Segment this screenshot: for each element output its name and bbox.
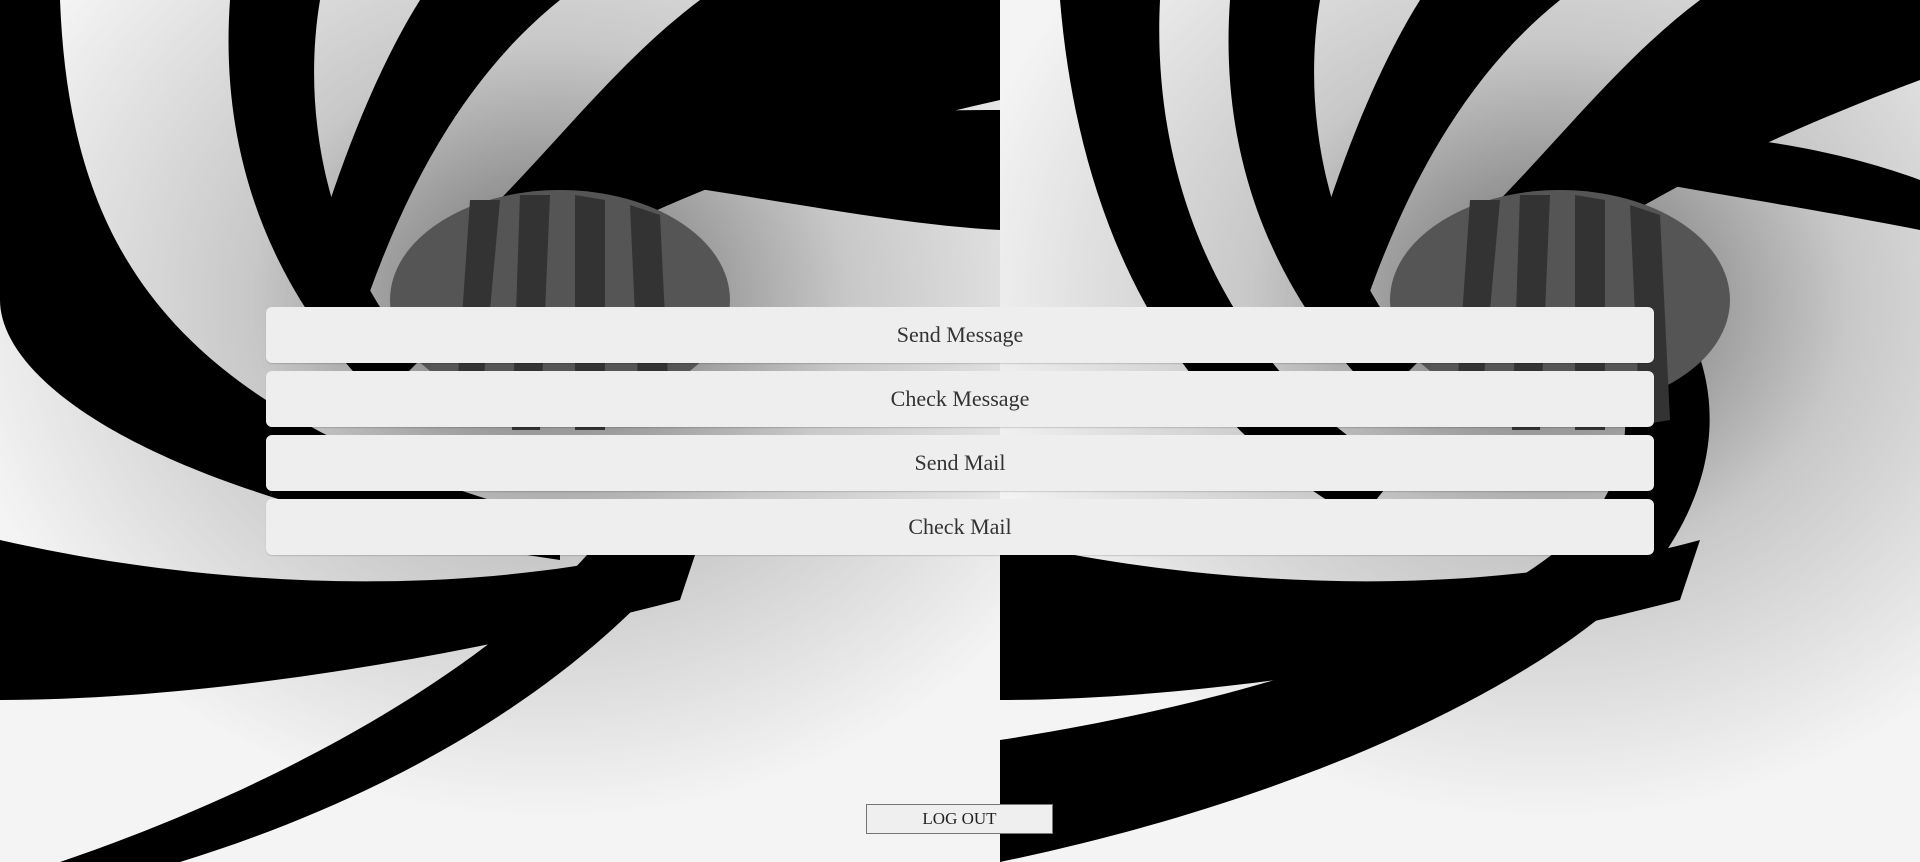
check-mail-button[interactable]: Check Mail — [266, 499, 1654, 555]
send-message-button[interactable]: Send Message — [266, 307, 1654, 363]
main-menu: Send Message Check Message Send Mail Che… — [266, 307, 1654, 563]
check-message-button[interactable]: Check Message — [266, 371, 1654, 427]
page: Send Message Check Message Send Mail Che… — [0, 0, 1920, 862]
send-mail-button[interactable]: Send Mail — [266, 435, 1654, 491]
logout-button[interactable]: LOG OUT — [866, 804, 1053, 834]
